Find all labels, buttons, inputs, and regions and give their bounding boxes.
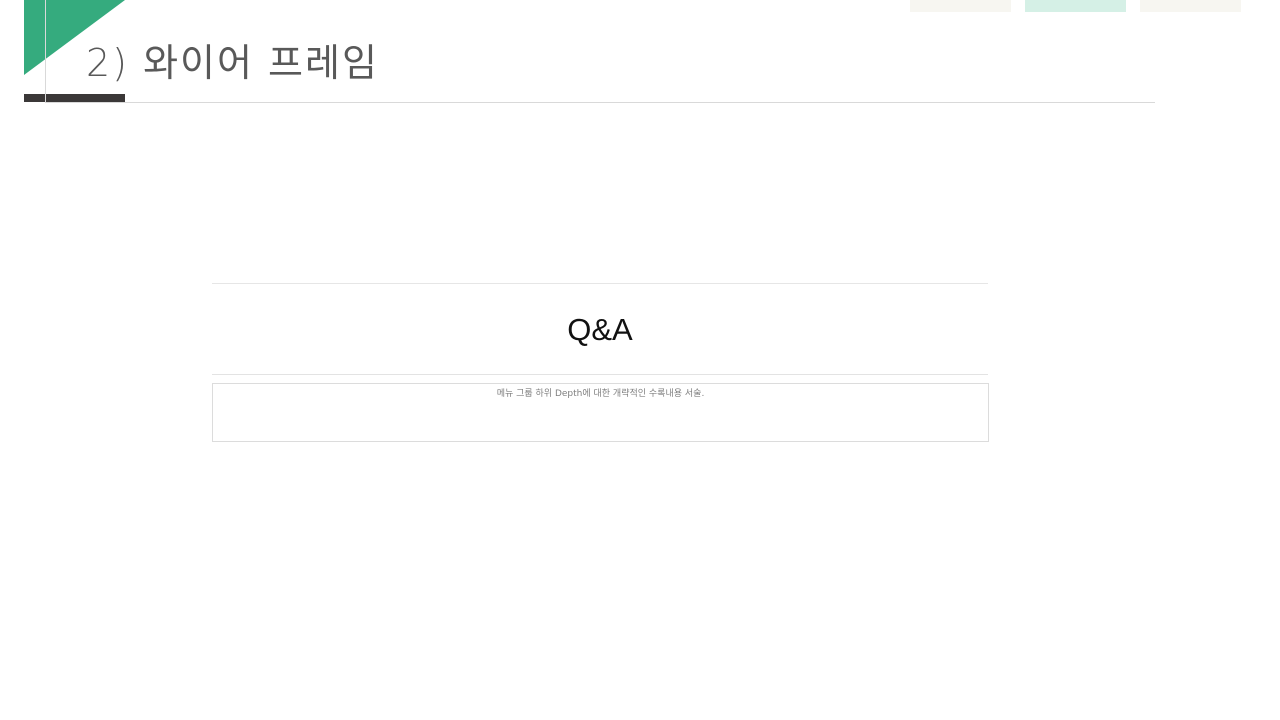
slide-page: 2) 와이어 프레임 Q&A 메뉴 그룹 하위 Depth에 대한 개략적인 수… bbox=[0, 0, 1280, 720]
corner-accent-bar bbox=[24, 94, 125, 102]
wireframe-top-divider bbox=[212, 283, 988, 284]
wireframe-content-box: 메뉴 그룹 하위 Depth에 대한 개략적인 수록내용 서술. bbox=[212, 383, 989, 442]
top-tab-3 bbox=[1140, 0, 1241, 12]
top-tab-1 bbox=[910, 0, 1011, 12]
header-vertical-rule bbox=[45, 0, 46, 102]
wireframe-heading-divider bbox=[212, 374, 988, 375]
top-tab-2 bbox=[1025, 0, 1126, 12]
wireframe-description: 메뉴 그룹 하위 Depth에 대한 개략적인 수록내용 서술. bbox=[496, 389, 705, 399]
wireframe-heading: Q&A bbox=[567, 312, 633, 347]
page-title: 2) 와이어 프레임 bbox=[86, 41, 379, 85]
header-divider bbox=[45, 102, 1155, 103]
